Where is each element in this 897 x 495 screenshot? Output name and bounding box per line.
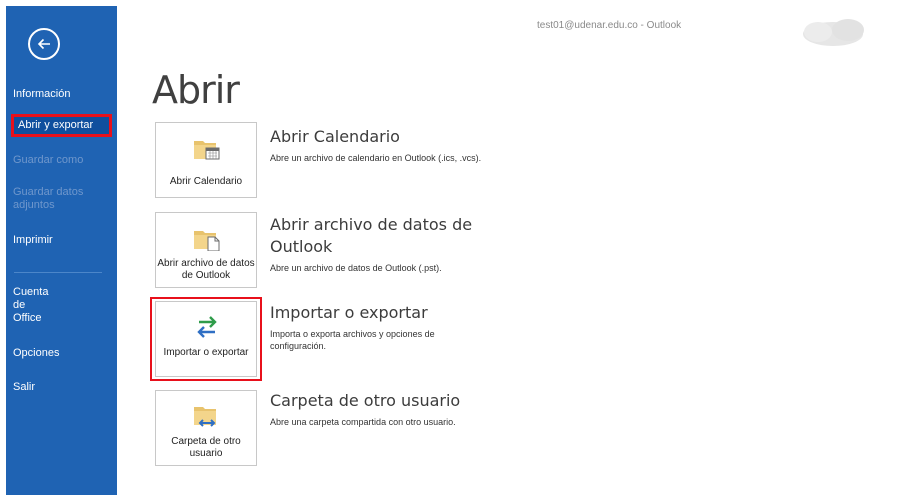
nav-item-cuenta-office[interactable]: Cuenta de Office xyxy=(13,286,53,325)
backstage-sidebar: Información Abrir y exportar Guardar com… xyxy=(6,6,117,495)
open-data-file-description: Abre un archivo de datos de Outlook (.ps… xyxy=(270,263,442,273)
nav-item-salir[interactable]: Salir xyxy=(13,381,113,394)
import-export-tile-label: Importar o exportar xyxy=(163,347,249,358)
import-export-tile[interactable]: Importar o exportar xyxy=(155,301,257,377)
shared-folder-icon xyxy=(194,407,216,427)
nav-item-abrir-exportar[interactable]: Abrir y exportar xyxy=(11,114,112,137)
nav-item-informacion[interactable]: Información xyxy=(13,88,113,101)
import-export-arrows-icon xyxy=(197,316,217,338)
shared-folder-title: Carpeta de otro usuario xyxy=(270,391,461,410)
calendar-folder-icon xyxy=(194,141,220,160)
page-title: Abrir xyxy=(152,68,240,112)
nav-divider xyxy=(14,272,102,273)
open-calendar-description: Abre un archivo de calendario en Outlook… xyxy=(270,153,482,163)
account-title: test01@udenar.edu.co - Outlook xyxy=(537,20,682,31)
back-button[interactable] xyxy=(28,28,60,60)
open-calendar-tile-label: Abrir Calendario xyxy=(169,176,243,187)
nav-item-opciones[interactable]: Opciones xyxy=(13,347,113,360)
import-export-description: Importa o exporta archivos y opciones de… xyxy=(270,329,435,351)
nav-item-imprimir[interactable]: Imprimir xyxy=(13,234,113,247)
open-calendar-tile[interactable]: Abrir Calendario xyxy=(155,122,257,198)
nav-item-guardar-como: Guardar como xyxy=(13,154,84,166)
shared-folder-tile-label: Carpeta de otro usuario xyxy=(171,436,241,459)
back-arrow-icon xyxy=(37,38,50,50)
import-export-title: Importar o exportar xyxy=(270,303,428,322)
open-data-file-tile-label: Abrir archivo de datos de Outlook xyxy=(157,258,255,281)
nav-item-guardar-datos-adjuntos: Guardar datos adjuntos xyxy=(13,186,84,211)
backstage-main: test01@udenar.edu.co - Outlook Abrir Abr… xyxy=(117,6,897,495)
shared-folder-tile[interactable]: Carpeta de otro usuario xyxy=(155,390,257,466)
shared-folder-description: Abre una carpeta compartida con otro usu… xyxy=(270,417,456,427)
data-file-folder-icon xyxy=(194,231,220,251)
cloud-decoration-icon xyxy=(803,19,864,46)
open-data-file-title: Abrir archivo de datos de Outlook xyxy=(270,215,473,256)
open-data-file-tile[interactable]: Abrir archivo de datos de Outlook xyxy=(155,212,257,288)
open-calendar-title: Abrir Calendario xyxy=(270,127,400,146)
